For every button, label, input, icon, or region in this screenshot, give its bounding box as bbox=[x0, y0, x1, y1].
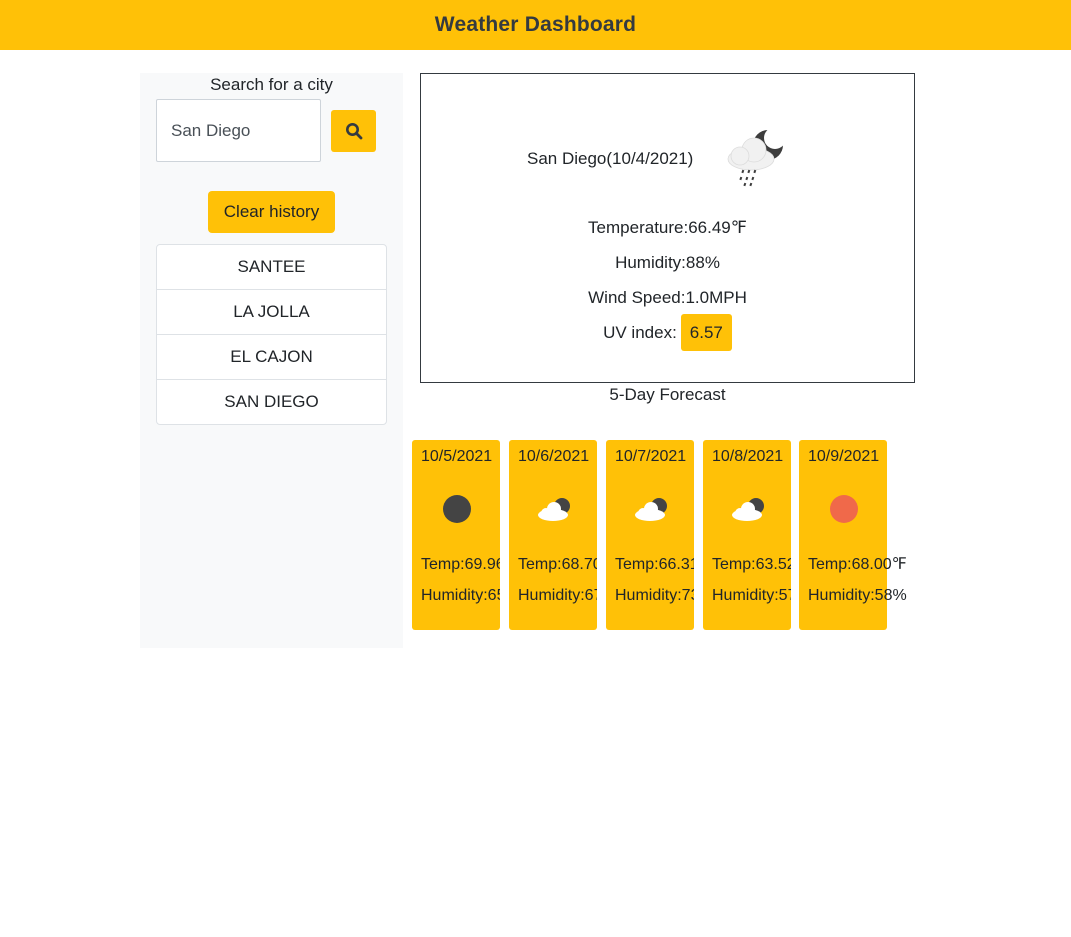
forecast-card: 10/8/2021 Temp:63.52℉ Humidity:57% bbox=[703, 440, 791, 630]
forecast-temp: Temp:69.96℉ bbox=[421, 556, 500, 573]
sun-icon bbox=[830, 495, 858, 523]
forecast-temp: Temp:68.00℉ bbox=[808, 556, 907, 573]
forecast-card: 10/6/2021 Temp:68.70℉ Humidity:67% bbox=[509, 440, 597, 630]
uv-index-row: UV index: 6.57 bbox=[421, 314, 914, 351]
header-bar: Weather Dashboard bbox=[0, 0, 1071, 50]
forecast-card: 10/9/2021 Temp:68.00℉ Humidity:58% bbox=[799, 440, 907, 630]
history-item[interactable]: SANTEE bbox=[157, 245, 386, 289]
uv-index-badge: 6.57 bbox=[680, 314, 732, 351]
current-wind-speed: Wind Speed:1.0MPH bbox=[588, 288, 747, 307]
uv-index-label: UV index: bbox=[603, 322, 677, 342]
search-history-list: SANTEE LA JOLLA EL CAJON SAN DIEGO bbox=[156, 244, 387, 425]
history-item[interactable]: LA JOLLA bbox=[157, 289, 386, 334]
forecast-date: 10/9/2021 bbox=[808, 448, 880, 465]
forecast-humidity: Humidity:58% bbox=[808, 587, 907, 604]
cloud-moon-icon bbox=[635, 498, 667, 521]
moon-icon bbox=[443, 495, 471, 523]
forecast-date: 10/5/2021 bbox=[421, 448, 493, 465]
search-button[interactable] bbox=[331, 110, 376, 152]
search-label: Search for a city bbox=[210, 75, 333, 94]
forecast-humidity: Humidity:65% bbox=[421, 587, 500, 604]
clear-history-button[interactable]: Clear history bbox=[208, 191, 335, 233]
history-item[interactable]: SAN DIEGO bbox=[157, 379, 386, 424]
forecast-humidity: Humidity:67% bbox=[518, 587, 597, 604]
cloud-moon-icon bbox=[538, 498, 570, 521]
forecast-heading: 5-Day Forecast bbox=[609, 385, 726, 404]
search-sidebar: Search for a city Clear history SANTEE L… bbox=[140, 73, 403, 648]
forecast-humidity: Humidity:57% bbox=[712, 587, 791, 604]
page-title: Weather Dashboard bbox=[434, 13, 637, 36]
forecast-temp: Temp:66.31℉ bbox=[615, 556, 694, 573]
forecast-temp: Temp:63.52℉ bbox=[712, 556, 791, 573]
forecast-date: 10/7/2021 bbox=[615, 448, 687, 465]
current-humidity: Humidity:88% bbox=[615, 253, 720, 272]
history-item[interactable]: EL CAJON bbox=[157, 334, 386, 379]
current-weather-card: San Diego(10/4/2021) Temperature:66.49℉ … bbox=[420, 73, 915, 383]
night-rain-cloud-icon bbox=[727, 127, 786, 187]
city-search-input[interactable] bbox=[156, 99, 321, 162]
current-city-title: San Diego(10/4/2021) bbox=[527, 149, 694, 168]
current-temperature: Temperature:66.49℉ bbox=[588, 218, 747, 237]
cloud-moon-icon bbox=[732, 498, 764, 521]
forecast-card: 10/7/2021 Temp:66.31℉ Humidity:73% bbox=[606, 440, 694, 630]
forecast-humidity: Humidity:73% bbox=[615, 587, 694, 604]
forecast-date: 10/6/2021 bbox=[518, 448, 590, 465]
forecast-date: 10/8/2021 bbox=[712, 448, 784, 465]
search-icon bbox=[345, 123, 362, 140]
forecast-temp: Temp:68.70℉ bbox=[518, 556, 597, 573]
forecast-card: 10/5/2021 Temp:69.96℉ Humidity:65% bbox=[412, 440, 500, 630]
